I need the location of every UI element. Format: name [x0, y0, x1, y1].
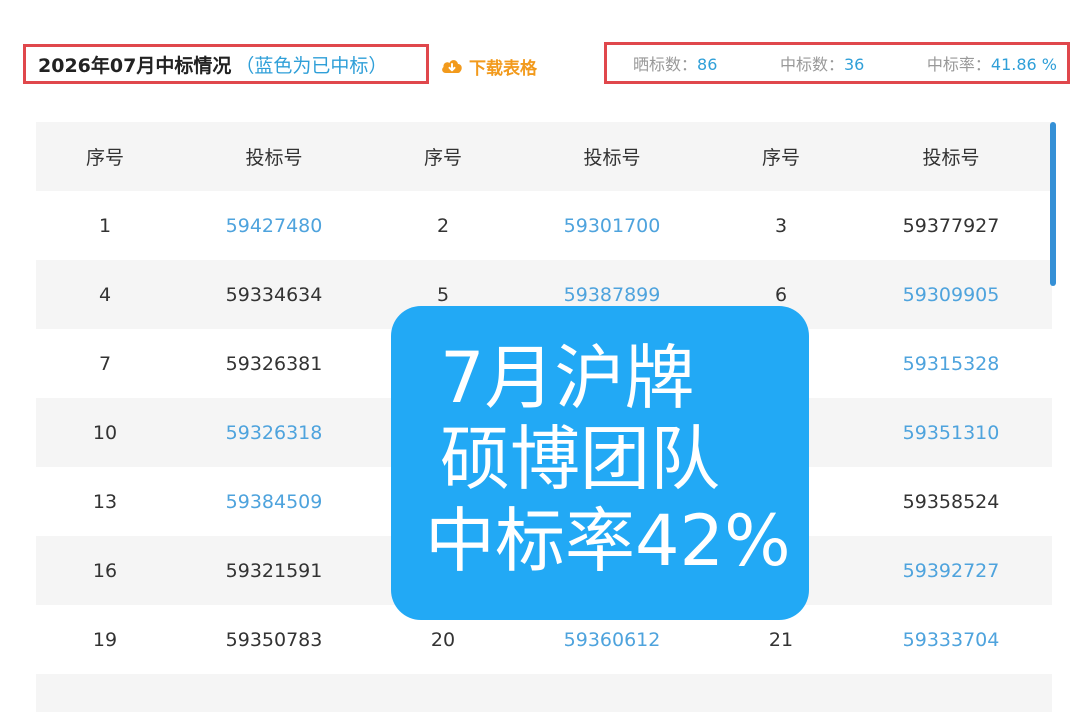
bid-number-won: 59315328 [902, 352, 1000, 375]
header-index-2: 序号 [423, 147, 462, 169]
overlay-line-2: 硕博团队 [440, 418, 720, 500]
download-table-button[interactable]: 下载表格 [440, 54, 537, 79]
shown-count-label: 晒标数： [633, 55, 698, 74]
index-cell: 13 [92, 490, 118, 513]
table-header-row: 序号 投标号 序号 投标号 序号 投标号 [36, 122, 1052, 191]
index-cell: 1 [98, 214, 112, 237]
index-cell: 3 [774, 214, 788, 237]
index-cell [712, 674, 850, 712]
index-cell: 16 [92, 559, 118, 582]
overlay-line-3: 中标率42% [425, 500, 791, 582]
bid-number: 59377927 [902, 214, 1000, 237]
bid-number [850, 674, 1052, 712]
bid-number-won: 59384509 [225, 490, 323, 513]
bid-number: 59326381 [225, 352, 323, 375]
win-rate-label: 中标率： [926, 55, 991, 74]
index-cell [374, 674, 512, 712]
page-title: 2026年07月中标情况 [38, 54, 232, 77]
bid-number-won: 59351310 [902, 421, 1000, 444]
header-bid-3: 投标号 [922, 147, 980, 169]
index-cell: 19 [92, 628, 118, 651]
index-cell: 10 [92, 421, 118, 444]
stats-bar: 晒标数：86 中标数：36 中标率：41.86 % [604, 42, 1070, 84]
table-scrollbar[interactable] [1050, 122, 1056, 286]
index-cell: 7 [98, 352, 112, 375]
shown-count-stat: 晒标数：86 [633, 51, 717, 75]
promo-overlay: 7月沪牌 硕博团队 中标率42% [391, 306, 809, 620]
header-bid-1: 投标号 [245, 147, 303, 169]
won-count-label: 中标数： [779, 55, 844, 74]
bid-number-won: 59309905 [902, 283, 1000, 306]
bid-number [174, 674, 374, 712]
won-count-value: 36 [843, 55, 865, 74]
title-legend-note: （蓝色为已中标） [235, 54, 388, 77]
bid-number-won: 59427480 [225, 214, 323, 237]
bid-number-won: 59392727 [902, 559, 1000, 582]
bid-number: 59350783 [225, 628, 323, 651]
download-label: 下载表格 [469, 58, 537, 79]
overlay-line-1: 7月沪牌 [440, 337, 695, 419]
index-cell: 2 [436, 214, 450, 237]
index-cell: 4 [98, 283, 112, 306]
bid-number: 59358524 [902, 490, 1000, 513]
title-box: 2026年07月中标情况 （蓝色为已中标） [23, 44, 429, 84]
index-cell [36, 674, 174, 712]
won-count-stat: 中标数：36 [780, 51, 864, 75]
table-row [36, 674, 1052, 712]
bid-number: 59321591 [225, 559, 323, 582]
win-rate-value: 41.86 % [990, 55, 1057, 74]
header-index-3: 序号 [761, 147, 800, 169]
cloud-download-icon [442, 60, 462, 73]
bid-number [512, 674, 712, 712]
header-bid-2: 投标号 [583, 147, 641, 169]
bid-number-won: 59326318 [225, 421, 323, 444]
header-index-1: 序号 [85, 147, 124, 169]
table-row: 1 59427480 2 59301700 3 59377927 [36, 191, 1052, 260]
bid-number-won: 59301700 [563, 214, 661, 237]
bid-number-won: 59333704 [902, 628, 1000, 651]
win-rate-stat: 中标率：41.86 % [927, 51, 1057, 75]
shown-count-value: 86 [697, 55, 718, 74]
bid-number: 59334634 [225, 283, 323, 306]
